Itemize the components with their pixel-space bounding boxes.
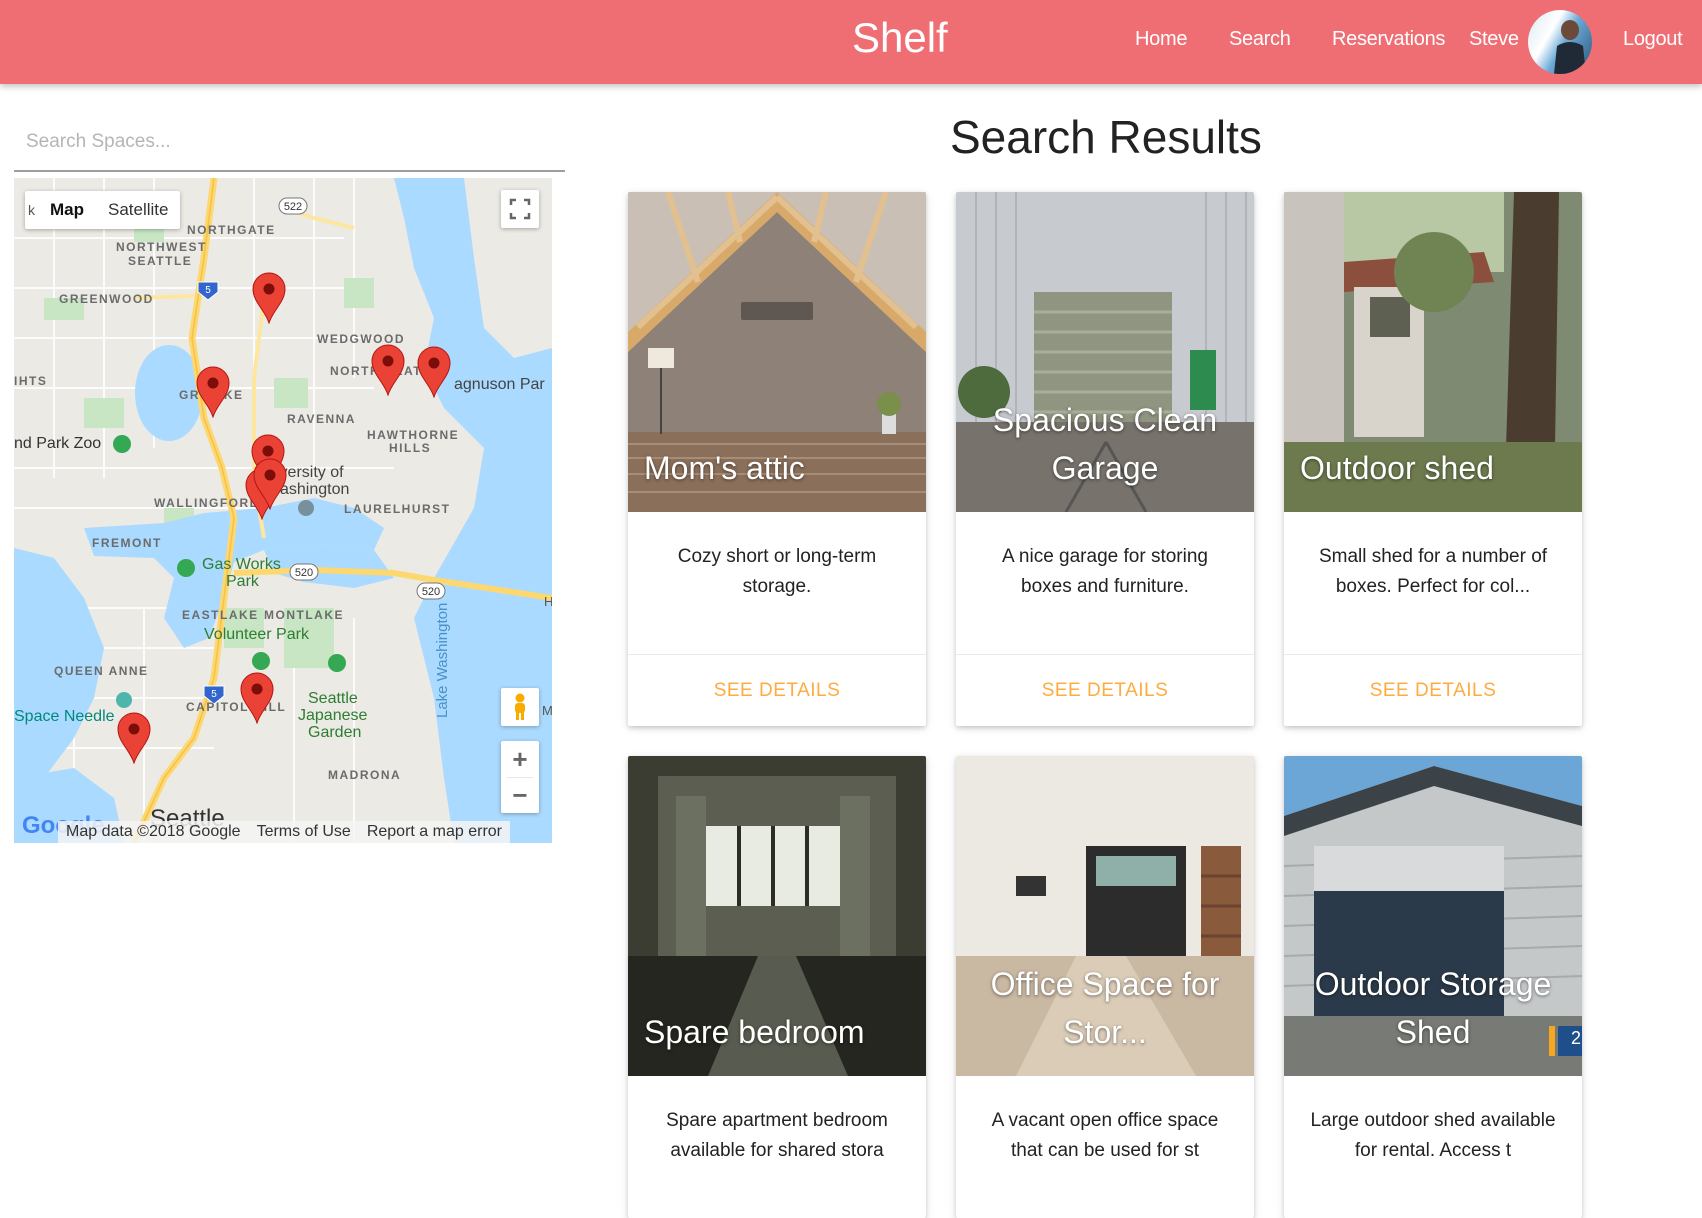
brand-logo[interactable]: Shelf	[852, 14, 948, 62]
card-image[interactable]: Spare bedroom	[628, 756, 926, 1076]
map-label-greenwood: GREENWOOD	[59, 292, 154, 306]
map-label-volunteer-park: Volunteer Park	[204, 626, 309, 643]
street-view-button[interactable]	[501, 688, 539, 726]
card-title: Office Space for Stor...	[990, 966, 1220, 1050]
map-label-northwest: NORTHWEST	[116, 240, 207, 254]
card-title: Mom's attic	[644, 450, 805, 486]
map-label-hawthorne: HAWTHORNE	[367, 428, 460, 442]
nav-user-name[interactable]: Steve	[1469, 28, 1519, 51]
map-label-northgate: NORTHGATE	[187, 223, 276, 237]
i5-shield-label-a: 5	[205, 285, 211, 296]
card-title: Spacious Clean Garage	[992, 402, 1218, 486]
search-field-wrapper	[14, 118, 565, 172]
map-type-toggle: k Map Satellite	[25, 191, 181, 229]
card-title: Outdoor shed	[1300, 450, 1494, 486]
card-description: Large outdoor shed available for rental.…	[1310, 1110, 1556, 1161]
card-image[interactable]: Outdoor Storage Shed 2	[1284, 756, 1582, 1076]
map-label-edge-h: H	[544, 594, 552, 609]
nav-home-link[interactable]: Home	[1135, 28, 1187, 51]
card-description: Spare apartment bedroom available for sh…	[666, 1110, 888, 1161]
map-label-magnuson: agnuson Par	[454, 376, 545, 393]
map-label-edge-m: M	[542, 703, 552, 718]
card-description: A nice garage for storing boxes and furn…	[1002, 546, 1208, 597]
map-label-gas-works-2: Park	[226, 573, 259, 590]
card-title: Outdoor Storage Shed	[1314, 966, 1552, 1050]
map-type-clipped-label: k	[28, 202, 35, 218]
map-label-hills: HILLS	[389, 441, 432, 455]
route-520-label-b: 520	[422, 586, 440, 598]
user-avatar[interactable]	[1528, 10, 1592, 74]
map-label-uw-2: ashington	[280, 481, 350, 498]
map-attribution: Map data ©2018 Google Terms of Use Repor…	[58, 821, 510, 843]
result-card: Office Space for Stor... A vacant open o…	[956, 756, 1254, 1218]
map-label-seattle-nw: SEATTLE	[128, 254, 193, 268]
map-label-lake-washington: Lake Washington	[434, 602, 451, 718]
card-description: Cozy short or long-term storage.	[677, 546, 877, 597]
map-marker-icon[interactable]	[416, 346, 452, 398]
map-fullscreen-button[interactable]	[501, 190, 539, 228]
map-label-heights: IHTS	[14, 374, 48, 388]
result-card: Mom's attic Cozy short or long-term stor…	[628, 192, 926, 726]
map-label-japanese-garden-3: Garden	[308, 724, 362, 741]
result-card: Outdoor shed Small shed for a number of …	[1284, 192, 1582, 726]
report-map-error-link[interactable]: Report a map error	[359, 821, 510, 843]
page-title: Search Results	[950, 111, 1262, 163]
card-image[interactable]: Outdoor shed	[1284, 192, 1582, 512]
avatar-person-icon	[1554, 20, 1586, 74]
map-marker-icon[interactable]	[252, 458, 288, 510]
map-label-queen-anne: QUEEN ANNE	[54, 664, 149, 678]
logout-link[interactable]: Logout	[1623, 28, 1683, 51]
route-522-label: 522	[284, 201, 302, 213]
route-520-label-a: 520	[295, 567, 313, 579]
result-card: Spare bedroom Spare apartment bedroom av…	[628, 756, 926, 1218]
nav-reservations-link[interactable]: Reservations	[1332, 28, 1445, 51]
image-badge-number: 2	[1571, 1028, 1582, 1048]
card-title: Spare bedroom	[644, 1014, 865, 1050]
zoom-controls: + −	[501, 741, 539, 813]
map-label-japanese-garden-1: Seattle	[308, 690, 358, 707]
see-details-button[interactable]: SEE DETAILS	[628, 654, 926, 726]
map-marker-icon[interactable]	[195, 366, 231, 418]
map-label-laurelhurst: LAURELHURST	[344, 502, 451, 516]
nav-search-link[interactable]: Search	[1229, 28, 1291, 51]
map-type-map-button[interactable]: Map	[38, 191, 96, 229]
card-description: Small shed for a number of boxes. Perfec…	[1318, 546, 1548, 597]
i5-shield-label-b: 5	[211, 689, 217, 700]
map-label-japanese-garden-2: Japanese	[298, 707, 368, 724]
see-details-button[interactable]: SEE DETAILS	[956, 654, 1254, 726]
map-marker-icon[interactable]	[370, 344, 406, 396]
map-label-madrona: MADRONA	[328, 768, 402, 782]
zoom-in-button[interactable]: +	[512, 741, 527, 777]
top-navbar: Shelf Home Search Reservations Steve Log…	[0, 0, 1702, 84]
map-label-zoo: nd Park Zoo	[14, 435, 102, 452]
card-image[interactable]: Mom's attic	[628, 192, 926, 512]
map-label-space-needle: Space Needle	[14, 708, 115, 725]
map-marker-icon[interactable]	[116, 712, 152, 764]
map-label-montlake: MONTLAKE	[264, 608, 344, 622]
map-view[interactable]: 522 520 520 5 5 NORTHGATE NORTHWEST SEAT…	[14, 178, 552, 843]
map-data-credit: Map data ©2018 Google	[66, 823, 241, 840]
map-label-fremont: FREMONT	[92, 536, 162, 550]
map-label-gas-works-1: Gas Works	[202, 556, 281, 573]
zoom-out-button[interactable]: −	[512, 778, 527, 813]
card-image[interactable]: Office Space for Stor...	[956, 756, 1254, 1076]
terms-of-use-link[interactable]: Terms of Use	[249, 821, 359, 843]
card-description: A vacant open office space that can be u…	[991, 1110, 1219, 1161]
see-details-button[interactable]: SEE DETAILS	[1284, 654, 1582, 726]
fullscreen-icon	[509, 198, 531, 220]
result-card: Outdoor Storage Shed 2 Large outdoor she…	[1284, 756, 1582, 1218]
map-label-eastlake: EASTLAKE	[182, 608, 259, 622]
search-input[interactable]	[14, 118, 565, 166]
map-type-satellite-button[interactable]: Satellite	[96, 191, 180, 229]
result-card: Spacious Clean Garage A nice garage for …	[956, 192, 1254, 726]
map-marker-icon[interactable]	[239, 672, 275, 724]
pegman-icon	[515, 693, 525, 720]
map-marker-icon[interactable]	[251, 272, 287, 324]
card-image[interactable]: Spacious Clean Garage	[956, 192, 1254, 512]
map-label-ravenna: RAVENNA	[287, 412, 356, 426]
